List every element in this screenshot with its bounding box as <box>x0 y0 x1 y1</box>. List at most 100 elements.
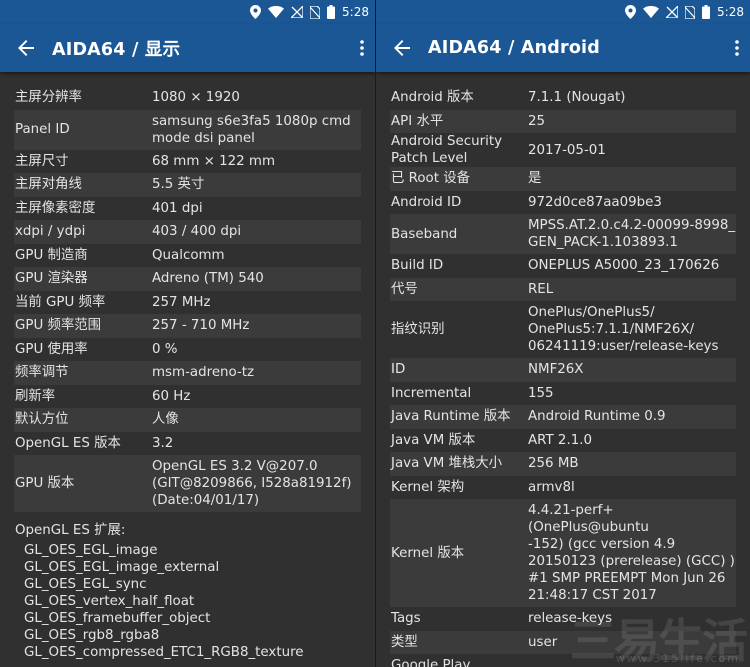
info-row: Android Security Patch Level 2017-05-01 <box>390 133 736 167</box>
extension-item: GL_OES_EGL_image_external <box>24 560 220 575</box>
info-key: GPU 版本 <box>15 476 75 491</box>
info-row: 当前 GPU 频率 257 MHz <box>14 291 361 315</box>
info-value: NMF26X <box>528 362 584 378</box>
no-sim-icon <box>310 5 321 19</box>
info-row: GPU 版本 OpenGL ES 3.2 V@207.0 (GIT@8209866… <box>14 455 361 512</box>
android-screen: 5:28 AIDA64 / Android Android 版本 7.1.1 (N… <box>375 0 750 667</box>
info-value: release-keys <box>528 611 613 627</box>
info-row: Kernel 版本 4.4.21-perf+ (OnePlus@ubuntu -1… <box>390 499 736 607</box>
info-key: ID <box>391 362 406 378</box>
info-key: 刷新率 <box>15 388 56 404</box>
arrow-back-icon <box>394 40 410 56</box>
battery-icon <box>702 5 711 19</box>
info-value: 是 <box>528 171 542 187</box>
back-button[interactable] <box>376 24 428 72</box>
info-value: 257 - 710 MHz <box>152 318 250 334</box>
info-value: 3.2 <box>152 435 174 451</box>
info-key: Kernel 架构 <box>391 479 465 495</box>
info-value: msm-adreno-tz <box>152 365 255 381</box>
info-row: 默认方位 人像 <box>14 408 361 432</box>
info-row: ID NMF26X <box>390 358 736 382</box>
info-key: Java Runtime 版本 <box>391 409 511 425</box>
info-key: GPU 制造商 <box>15 247 88 263</box>
page-title: AIDA64 / Android <box>428 38 600 58</box>
app-bar: AIDA64 / 显示 <box>0 24 375 72</box>
watermark-url: www.315life.com <box>615 652 740 665</box>
info-key: Google Play <box>391 658 471 667</box>
info-key: 指纹识别 <box>391 322 445 337</box>
info-key: 类型 <box>391 634 418 650</box>
display-info-list: 主屏分辨率 1080 × 1920 Panel ID samsung s6e3fa5… <box>0 72 375 661</box>
info-row: GPU 制造商 Qualcomm <box>14 244 361 268</box>
info-key: 主屏像素密度 <box>15 200 96 216</box>
info-row: Tags release-keys <box>390 607 736 631</box>
info-row: 类型 user <box>390 630 736 654</box>
no-signal-icon <box>291 6 304 18</box>
info-key: 主屏对角线 <box>15 177 82 193</box>
info-key: xdpi / ydpi <box>15 224 86 240</box>
info-value: user <box>528 634 558 650</box>
info-value: ART 2.1.0 <box>528 432 592 448</box>
info-value: ONEPLUS A5000_23_170626 <box>528 258 720 274</box>
more-vert-icon <box>360 40 364 56</box>
info-row: Baseband MPSS.AT.2.0.c4.2-00099-8998_ GEN… <box>390 214 736 254</box>
info-value: 1080 × 1920 <box>152 90 240 106</box>
no-signal-icon <box>666 6 679 18</box>
info-key: Android Security Patch Level <box>391 134 503 166</box>
info-value: 972d0ce87aa09be3 <box>528 194 662 210</box>
location-icon <box>250 5 262 19</box>
extension-item: GL_OES_rgb8_rgba8 <box>24 628 160 643</box>
info-row: Android ID 972d0ce87aa09be3 <box>390 191 736 215</box>
info-key: 已 Root 设备 <box>391 171 471 187</box>
info-row: 主屏分辨率 1080 × 1920 <box>14 86 361 110</box>
info-row: 频率调节 msm-adreno-tz <box>14 361 361 385</box>
info-row: GPU 渲染器 Adreno (TM) 540 <box>14 267 361 291</box>
info-key: 默认方位 <box>15 412 69 428</box>
info-row: 主屏对角线 5.5 英寸 <box>14 173 361 197</box>
info-value: OnePlus/OnePlus5/ OnePlus5:7.1.1/NMF26X/… <box>528 305 719 354</box>
info-row: OpenGL ES 版本 3.2 <box>14 432 361 456</box>
info-key: 主屏尺寸 <box>15 153 69 169</box>
info-key: GPU 使用率 <box>15 341 88 357</box>
wifi-icon <box>643 6 660 18</box>
info-row: 代号 REL <box>390 277 736 301</box>
info-value: OpenGL ES 3.2 V@207.0 (GIT@8209866, I528… <box>152 459 352 508</box>
info-row: Java Runtime 版本 Android Runtime 0.9 <box>390 405 736 429</box>
overflow-menu-button[interactable] <box>349 24 375 72</box>
back-button[interactable] <box>0 24 52 72</box>
info-row: GPU 频率范围 257 - 710 MHz <box>14 314 361 338</box>
info-key: 主屏分辨率 <box>15 90 82 106</box>
info-key: Baseband <box>391 226 458 242</box>
info-value: Adreno (TM) 540 <box>152 271 264 287</box>
arrow-back-icon <box>18 40 34 56</box>
info-value: 0 % <box>152 341 178 357</box>
info-value: 人像 <box>152 412 179 428</box>
info-key: 代号 <box>391 281 418 297</box>
info-value: MPSS.AT.2.0.c4.2-00099-8998_ GEN_PACK-1.… <box>528 218 736 250</box>
info-row: 指纹识别 OnePlus/OnePlus5/ OnePlus5:7.1.1/NMF… <box>390 301 736 358</box>
status-time: 5:28 <box>342 5 369 19</box>
status-bar: 5:28 <box>376 0 750 24</box>
info-value: Android Runtime 0.9 <box>528 409 666 425</box>
info-row: Build ID ONEPLUS A5000_23_170626 <box>390 254 736 278</box>
info-key: Panel ID <box>15 122 70 137</box>
extension-item: GL_OES_framebuffer_object <box>24 611 211 626</box>
wifi-icon <box>268 6 285 18</box>
info-value: samsung s6e3fa5 1080p cmd mode dsi panel <box>152 113 351 146</box>
info-value: armv8l <box>528 479 575 495</box>
info-row: Android 版本 7.1.1 (Nougat) <box>390 86 736 110</box>
info-row: Java VM 堆栈大小 256 MB <box>390 452 736 476</box>
info-row: GPU 使用率 0 % <box>14 338 361 362</box>
app-bar: AIDA64 / Android <box>376 24 750 72</box>
android-info-list: Android 版本 7.1.1 (Nougat) API 水平 25 Androi… <box>376 72 750 667</box>
info-key: Android ID <box>391 194 462 210</box>
info-key: Incremental <box>391 385 472 401</box>
info-value: 155 <box>528 385 554 401</box>
info-row: 主屏尺寸 68 mm × 122 mm <box>14 150 361 174</box>
battery-icon <box>327 5 336 19</box>
extension-item: GL_OES_compressed_ETC1_RGB8_texture <box>24 645 304 660</box>
overflow-menu-button[interactable] <box>724 24 750 72</box>
info-row: xdpi / ydpi 403 / 400 dpi <box>14 220 361 244</box>
page-title: AIDA64 / 显示 <box>52 39 181 60</box>
info-key: Java VM 版本 <box>391 432 476 448</box>
